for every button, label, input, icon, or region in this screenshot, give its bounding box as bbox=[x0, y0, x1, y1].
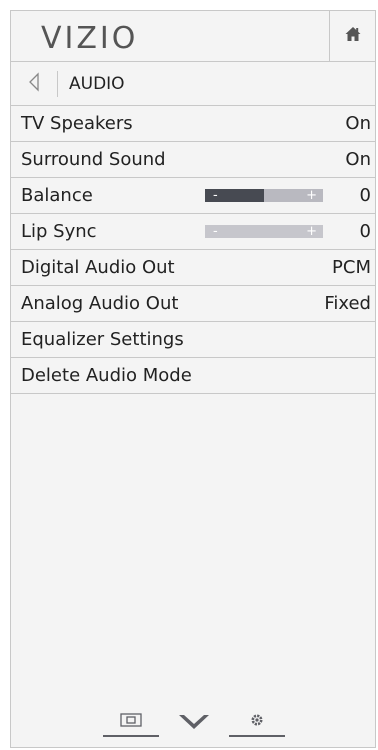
menu-item-label: Analog Audio Out bbox=[21, 293, 179, 314]
menu-item-label: Equalizer Settings bbox=[21, 329, 184, 350]
picture-size-icon bbox=[120, 712, 142, 732]
home-button[interactable] bbox=[329, 11, 375, 61]
menu-item-balance[interactable]: Balance - + 0 bbox=[11, 178, 375, 214]
vizio-logo: VIZIO bbox=[41, 21, 139, 56]
slider-minus-label: - bbox=[213, 188, 218, 203]
chevron-down-button[interactable] bbox=[171, 711, 217, 737]
lip-sync-slider[interactable]: - + bbox=[205, 225, 323, 238]
menu-item-equalizer-settings[interactable]: Equalizer Settings bbox=[11, 322, 375, 358]
home-icon bbox=[344, 25, 362, 47]
menu-item-delete-audio-mode[interactable]: Delete Audio Mode bbox=[11, 358, 375, 394]
menu-item-value: 0 bbox=[359, 221, 371, 242]
menu-item-label: Balance bbox=[21, 185, 93, 206]
settings-button[interactable] bbox=[229, 709, 285, 737]
menu-item-label: Lip Sync bbox=[21, 221, 97, 242]
menu-item-analog-audio-out[interactable]: Analog Audio Out Fixed bbox=[11, 286, 375, 322]
panel-header: VIZIO bbox=[11, 11, 375, 62]
menu-item-value: On bbox=[345, 113, 371, 134]
menu-item-label: Surround Sound bbox=[21, 149, 166, 170]
gear-icon bbox=[249, 712, 265, 732]
slider-minus-label: - bbox=[213, 224, 218, 239]
menu-item-value: PCM bbox=[332, 257, 371, 278]
menu-item-lip-sync[interactable]: Lip Sync - + 0 bbox=[11, 214, 375, 250]
menu-item-label: TV Speakers bbox=[21, 113, 133, 134]
chevron-down-icon bbox=[177, 712, 211, 736]
menu-item-value: 0 bbox=[359, 185, 371, 206]
menu-item-tv-speakers[interactable]: TV Speakers On bbox=[11, 106, 375, 142]
breadcrumb-divider bbox=[57, 71, 58, 97]
back-button[interactable] bbox=[11, 62, 57, 105]
picture-size-button[interactable] bbox=[103, 709, 159, 737]
back-arrow-icon bbox=[27, 71, 41, 96]
menu-item-label: Delete Audio Mode bbox=[21, 365, 192, 386]
menu-item-value: On bbox=[345, 149, 371, 170]
audio-menu: TV Speakers On Surround Sound On Balance… bbox=[11, 106, 375, 394]
settings-panel: VIZIO AUDIO TV Speakers On Surround Soun… bbox=[10, 10, 376, 748]
menu-item-surround-sound[interactable]: Surround Sound On bbox=[11, 142, 375, 178]
breadcrumb-title: AUDIO bbox=[69, 74, 125, 94]
bottom-nav bbox=[11, 707, 375, 747]
slider-plus-label: + bbox=[306, 188, 317, 203]
slider-plus-label: + bbox=[306, 224, 317, 239]
menu-item-digital-audio-out[interactable]: Digital Audio Out PCM bbox=[11, 250, 375, 286]
menu-item-label: Digital Audio Out bbox=[21, 257, 175, 278]
balance-slider[interactable]: - + bbox=[205, 189, 323, 202]
menu-item-value: Fixed bbox=[324, 293, 371, 314]
breadcrumb: AUDIO bbox=[11, 62, 375, 106]
